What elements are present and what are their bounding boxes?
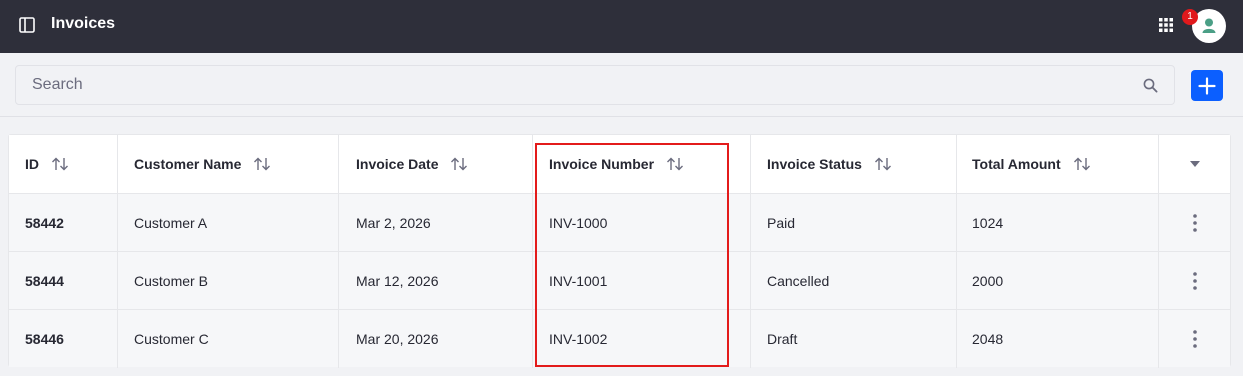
cell-invoice-date: Mar 12, 2026 — [339, 252, 533, 310]
row-actions-button[interactable] — [1159, 194, 1230, 252]
notification-badge: 1 — [1182, 9, 1198, 25]
row-actions-button[interactable] — [1159, 252, 1230, 310]
cell-total-amount: 1024 — [957, 194, 1159, 252]
column-label: Invoice Number — [549, 156, 655, 172]
invoice-id: 58444 — [25, 273, 64, 289]
column-header-total-amount[interactable]: Total Amount — [957, 135, 1159, 193]
cell-id: 58442 — [9, 194, 118, 252]
sort-icon[interactable] — [450, 157, 468, 171]
column-label: Total Amount — [972, 156, 1061, 172]
sort-icon[interactable] — [51, 157, 69, 171]
column-header-invoice-date[interactable]: Invoice Date — [339, 135, 533, 193]
invoice-id: 58442 — [25, 215, 64, 231]
cell-invoice-number: INV-1002 — [533, 310, 751, 368]
sidebar-toggle-icon[interactable] — [18, 16, 36, 34]
sort-icon[interactable] — [666, 157, 684, 171]
kebab-menu-icon — [1192, 330, 1197, 348]
column-header-id[interactable]: ID — [9, 135, 118, 193]
column-label: Customer Name — [134, 156, 242, 172]
table-row[interactable]: 58444 Customer B Mar 12, 2026 INV-1001 C… — [9, 251, 1230, 310]
add-invoice-button[interactable] — [1191, 70, 1223, 101]
kebab-menu-icon — [1192, 214, 1197, 232]
cell-invoice-date: Mar 20, 2026 — [339, 310, 533, 368]
cell-invoice-status: Paid — [751, 194, 957, 252]
row-actions-button[interactable] — [1159, 310, 1230, 368]
search-box — [15, 65, 1175, 105]
plus-icon — [1198, 77, 1216, 95]
page-title: Invoices — [51, 15, 116, 32]
cell-invoice-status: Draft — [751, 310, 957, 368]
search-input[interactable] — [16, 66, 1136, 104]
apps-grid-icon[interactable] — [1158, 17, 1174, 33]
cell-total-amount: 2000 — [957, 252, 1159, 310]
column-header-invoice-number[interactable]: Invoice Number — [533, 135, 751, 193]
column-header-customer-name[interactable]: Customer Name — [118, 135, 339, 193]
cell-invoice-status: Cancelled — [751, 252, 957, 310]
cell-invoice-number: INV-1000 — [533, 194, 751, 252]
kebab-menu-icon — [1192, 272, 1197, 290]
column-options-dropdown[interactable] — [1159, 135, 1230, 193]
search-toolbar — [0, 53, 1243, 117]
cell-invoice-number: INV-1001 — [533, 252, 751, 310]
cell-invoice-date: Mar 2, 2026 — [339, 194, 533, 252]
invoices-table: ID Customer Name Invoice Date Invoice Nu… — [8, 134, 1231, 368]
caret-down-icon — [1189, 161, 1200, 167]
cell-customer-name: Customer C — [118, 310, 339, 368]
table-row[interactable]: 58446 Customer C Mar 20, 2026 INV-1002 D… — [9, 309, 1230, 368]
table-header-row: ID Customer Name Invoice Date Invoice Nu… — [9, 135, 1230, 193]
search-icon[interactable] — [1143, 78, 1158, 93]
column-label: Invoice Date — [356, 156, 439, 172]
cell-id: 58444 — [9, 252, 118, 310]
column-header-invoice-status[interactable]: Invoice Status — [751, 135, 957, 193]
sort-icon[interactable] — [874, 157, 892, 171]
sort-icon[interactable] — [253, 157, 271, 171]
cell-customer-name: Customer A — [118, 194, 339, 252]
column-label: Invoice Status — [767, 156, 862, 172]
sort-icon[interactable] — [1073, 157, 1091, 171]
table-row[interactable]: 58442 Customer A Mar 2, 2026 INV-1000 Pa… — [9, 193, 1230, 252]
invoice-id: 58446 — [25, 331, 64, 347]
top-navigation-bar: Invoices 1 — [0, 0, 1243, 53]
cell-id: 58446 — [9, 310, 118, 368]
column-label: ID — [25, 156, 39, 172]
cell-customer-name: Customer B — [118, 252, 339, 310]
cell-total-amount: 2048 — [957, 310, 1159, 368]
